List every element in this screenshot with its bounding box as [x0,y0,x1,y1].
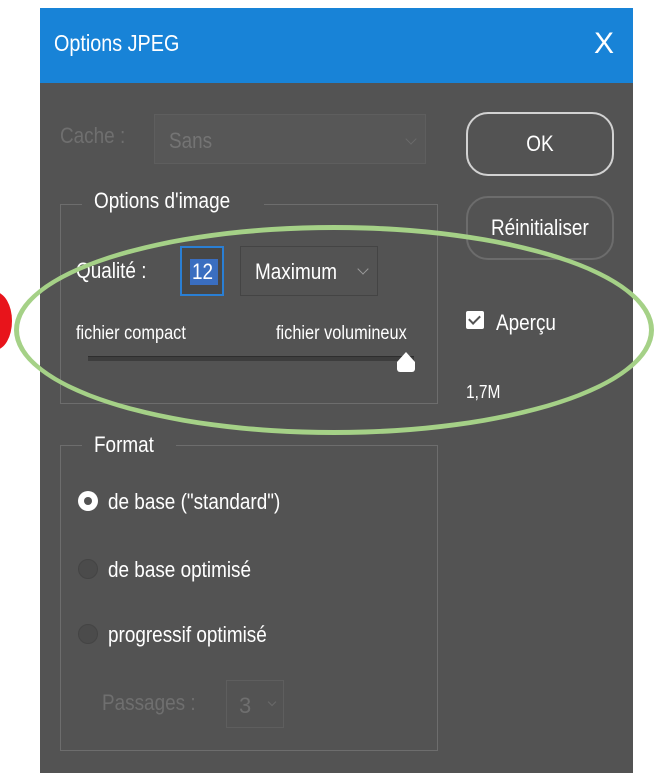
checkmark-icon [468,312,481,325]
radio-baseline-label: de base ("standard") [108,489,281,514]
chevron-down-icon [267,697,277,707]
preview-label: Aperçu [496,310,556,335]
format-legend: Format [82,432,176,458]
radio-baseline-optimized-label: de base optimisé [108,557,252,582]
quality-preset-select[interactable]: Maximum [240,246,378,296]
radio-baseline-optimized[interactable] [78,559,98,579]
cache-label: Cache : [60,123,126,148]
passes-select: 3 [226,680,284,728]
file-size-value: 1,7M [466,382,501,402]
radio-progressive[interactable] [78,624,98,644]
passes-value: 3 [239,693,252,718]
quality-preset-value: Maximum [255,259,337,284]
quality-slider-track[interactable] [88,356,414,361]
close-icon[interactable]: X [589,26,619,62]
slider-max-label: fichier volumineux [276,323,407,344]
image-options-group [60,204,438,404]
radio-progressive-label: progressif optimisé [108,622,267,647]
jpeg-options-dialog: Options JPEG X Cache : Sans OK Réinitial… [40,8,633,773]
preview-checkbox[interactable] [466,311,484,329]
quality-input[interactable]: 12 [180,246,224,296]
chevron-down-icon [405,133,417,145]
dialog-title: Options JPEG [54,30,180,56]
ok-button-label: OK [526,131,554,156]
red-marker [0,292,12,350]
cache-select: Sans [154,114,426,164]
radio-baseline[interactable] [78,491,98,511]
reset-button[interactable]: Réinitialiser [466,196,614,260]
chevron-down-icon [357,263,369,275]
reset-button-label: Réinitialiser [491,215,589,240]
quality-label: Qualité : [76,258,147,283]
quality-input-selection: 12 [190,259,219,285]
slider-min-label: fichier compact [76,323,186,344]
image-options-legend: Options d'image [82,188,265,214]
cache-select-value: Sans [169,128,213,153]
passes-label: Passages : [102,690,196,715]
ok-button[interactable]: OK [466,112,614,176]
title-bar: Options JPEG X [40,8,633,83]
